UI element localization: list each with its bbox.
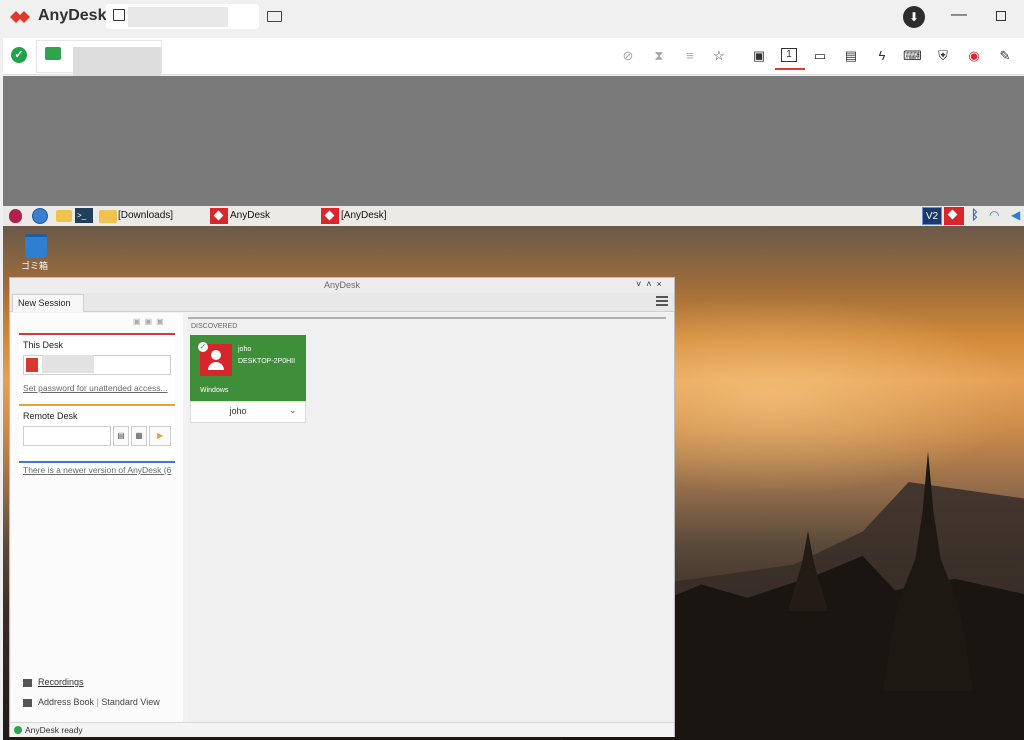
monitor-icon xyxy=(113,9,125,21)
remote-taskbar: >_ [Downloads] AnyDesk [AnyDesk] V2 ᛒ ◠ … xyxy=(3,206,1024,226)
discovered-name: joho xyxy=(238,346,252,353)
chevron-down-icon[interactable]: ⌄ xyxy=(289,405,297,416)
keyboard-icon[interactable]: ⌨ xyxy=(903,47,922,65)
permissions-icon[interactable]: ⛨ xyxy=(934,47,952,65)
set-password-link[interactable]: Set password for unattended access... xyxy=(23,383,168,393)
chat-icon[interactable]: ▤ xyxy=(842,47,860,65)
app-name: AnyDesk xyxy=(38,7,107,24)
new-version-link[interactable]: There is a newer version of AnyDesk (6 xyxy=(23,465,171,475)
file-manager-icon[interactable] xyxy=(56,210,72,222)
this-desk-address-field[interactable] xyxy=(23,355,171,375)
taskbar-item-anydesk[interactable]: AnyDesk xyxy=(210,208,270,224)
divider xyxy=(188,317,666,319)
disable-display-icon[interactable]: ⊘ xyxy=(619,47,637,65)
recordings-icon xyxy=(23,678,32,687)
connect-button[interactable]: ▶ xyxy=(149,426,171,446)
raspberry-menu-icon[interactable] xyxy=(9,209,22,223)
recordings-label: Recordings xyxy=(38,677,84,687)
discovered-footer-label: joho xyxy=(229,406,247,416)
session-id-redacted xyxy=(128,7,228,27)
active-tool-indicator xyxy=(775,68,805,70)
this-desk-title: This Desk xyxy=(23,340,64,350)
whiteboard-icon[interactable]: ✎ xyxy=(996,47,1014,65)
address-redacted xyxy=(42,355,94,373)
remote-anydesk-window: AnyDesk ˅˄× New Session ▣▣▣ This Desk Se… xyxy=(9,277,675,737)
anydesk-logo-icon xyxy=(10,11,30,23)
database-icon[interactable]: ≡ xyxy=(681,47,699,65)
display-icon[interactable]: ▭ xyxy=(811,47,829,65)
browse-button[interactable]: ▦ xyxy=(131,426,147,446)
taskbar-item-anydesk-2[interactable]: [AnyDesk] xyxy=(321,208,387,224)
new-tab-icon[interactable] xyxy=(267,11,282,22)
taskbar-item-downloads[interactable]: [Downloads] xyxy=(118,208,173,224)
volume-icon[interactable]: ◀ xyxy=(1011,208,1020,222)
file-transfer-button[interactable]: ▤ xyxy=(113,426,129,446)
online-check-icon: ✓ xyxy=(198,342,208,352)
connected-check-icon: ✓ xyxy=(11,47,27,63)
anydesk-address-icon xyxy=(26,358,38,372)
remote-desk-section: Remote Desk ▤ ▦ ▶ xyxy=(19,404,175,459)
file-transfer-icon[interactable]: ▣ xyxy=(750,47,768,65)
remote-screen-letterbox xyxy=(3,76,1024,206)
remote-address-input[interactable] xyxy=(23,426,111,446)
address-book-row: Address Book | Standard View xyxy=(23,697,160,707)
download-icon[interactable]: ⬇ xyxy=(903,6,925,28)
downloads-folder-icon xyxy=(99,210,117,223)
hourglass-icon[interactable]: ⧗ xyxy=(650,47,668,65)
hamburger-menu-icon[interactable] xyxy=(656,296,668,306)
taskbar-item-label: [AnyDesk] xyxy=(341,210,387,221)
status-text: AnyDesk ready xyxy=(25,725,83,735)
record-icon[interactable]: ◉ xyxy=(965,47,983,65)
browser-icon[interactable] xyxy=(32,208,48,224)
tab-bar: New Session xyxy=(10,293,674,312)
right-panel: DISCOVERED ✓ joho DESKTOP-2P0HII Windows… xyxy=(188,313,674,723)
window-controls[interactable]: ˅˄× xyxy=(636,279,667,289)
anydesk-icon xyxy=(210,208,228,224)
screen-icon xyxy=(45,47,61,60)
discovered-footer[interactable]: joho ⌄ xyxy=(190,401,306,423)
wifi-icon[interactable]: ◠ xyxy=(989,208,999,222)
status-bar: AnyDesk ready xyxy=(10,722,674,737)
standard-view-link[interactable]: Standard View xyxy=(101,697,159,707)
anydesk-tray-icon[interactable] xyxy=(944,207,964,225)
terminal-icon[interactable]: >_ xyxy=(75,208,93,223)
session-toolbar: ✓ ⊘ ⧗ ≡ ☆ ▣ 1 ▭ ▤ ϟ ⌨ ⛨ ◉ ✎ xyxy=(3,38,1024,81)
star-icon[interactable]: ☆ xyxy=(710,47,728,65)
session-tab[interactable] xyxy=(106,4,259,29)
discovered-host: DESKTOP-2P0HII xyxy=(238,358,296,365)
taskbar-item-label: AnyDesk xyxy=(230,210,271,221)
trash-label: ゴミ箱 xyxy=(21,261,49,271)
monitor-1-icon[interactable]: 1 xyxy=(781,48,797,62)
vnc-tray-icon[interactable]: V2 xyxy=(922,207,942,225)
anydesk-icon xyxy=(321,208,339,224)
minimize-button[interactable]: — xyxy=(950,6,968,26)
maximize-button[interactable] xyxy=(996,11,1006,21)
bluetooth-icon[interactable]: ᛒ xyxy=(971,207,979,222)
title-bar: AnyDesk ⬇ — xyxy=(0,0,1024,36)
remote-desk-title: Remote Desk xyxy=(23,411,78,421)
discovered-header: DISCOVERED xyxy=(191,323,238,330)
session-info[interactable] xyxy=(36,40,162,81)
this-desk-section: This Desk Set password for unattended ac… xyxy=(19,333,175,401)
news-section: There is a newer version of AnyDesk (6 xyxy=(19,461,175,479)
address-book-icon xyxy=(23,698,32,707)
discovered-os: Windows xyxy=(200,387,229,394)
recordings-link[interactable]: Recordings xyxy=(23,677,84,687)
social-icons[interactable]: ▣▣▣ xyxy=(133,317,168,326)
action-icon[interactable]: ϟ xyxy=(873,47,891,65)
status-ok-icon xyxy=(14,726,22,734)
trash-icon[interactable] xyxy=(25,234,47,258)
window-title: AnyDesk xyxy=(10,278,674,293)
tab-new-session[interactable]: New Session xyxy=(12,294,84,312)
discovered-card[interactable]: ✓ joho DESKTOP-2P0HII Windows xyxy=(190,335,306,401)
address-book-link[interactable]: Address Book xyxy=(38,697,94,707)
left-panel: ▣▣▣ This Desk Set password for unattende… xyxy=(11,313,183,723)
